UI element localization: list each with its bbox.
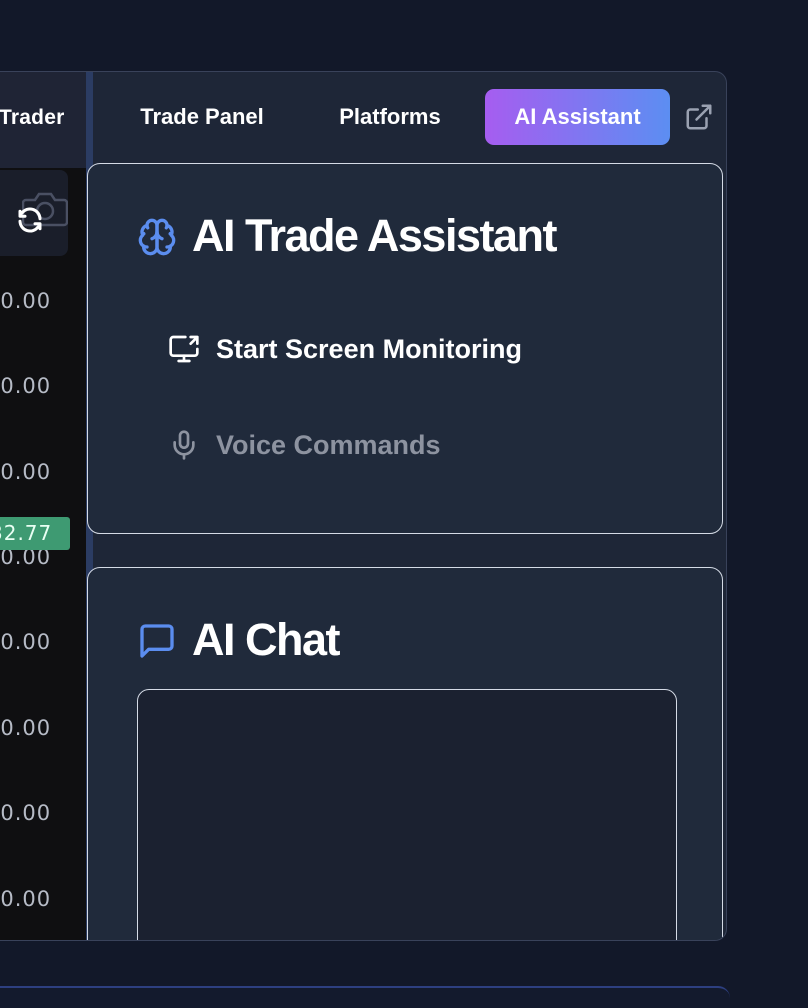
tab-trade-panel[interactable]: Trade Panel bbox=[122, 89, 282, 145]
tab-platforms[interactable]: Platforms bbox=[318, 89, 462, 145]
tab-trader[interactable]: h Trader bbox=[0, 72, 86, 168]
ai-chat-title: AI Chat bbox=[192, 614, 341, 665]
price-axis-label: 00.00 bbox=[0, 374, 52, 398]
screen-share-icon bbox=[169, 335, 199, 363]
price-axis-label: 70.00 bbox=[0, 630, 52, 654]
microphone-icon bbox=[173, 430, 195, 460]
refresh-icon[interactable] bbox=[15, 205, 45, 235]
price-axis-label: 60.00 bbox=[0, 716, 52, 740]
chat-messages-area[interactable] bbox=[137, 689, 677, 940]
tab-platforms-label: Platforms bbox=[339, 104, 441, 129]
current-price-badge: 32.77 bbox=[0, 517, 70, 550]
price-axis-label: 40.00 bbox=[0, 887, 52, 911]
tab-ai-assistant[interactable]: AI Assistant bbox=[485, 89, 670, 145]
brain-icon bbox=[138, 218, 176, 256]
chat-bubble-icon bbox=[140, 624, 174, 658]
current-price-value: 32.77 bbox=[0, 521, 53, 545]
external-link-icon[interactable] bbox=[684, 102, 714, 132]
trading-window: h Trader 10.00 00.00 90.00 80.00 70.00 6… bbox=[0, 71, 727, 941]
ai-trade-assistant-card: AI Trade Assistant Start Screen Monitori… bbox=[87, 163, 723, 534]
ai-chat-card: AI Chat bbox=[87, 567, 723, 940]
price-axis-label: 50.00 bbox=[0, 801, 52, 825]
chart-panel: h Trader 10.00 00.00 90.00 80.00 70.00 6… bbox=[0, 72, 86, 940]
voice-commands-label: Voice Commands bbox=[216, 430, 441, 460]
ai-trade-assistant-title: AI Trade Assistant bbox=[192, 210, 557, 261]
tab-trade-panel-label: Trade Panel bbox=[140, 104, 264, 129]
tab-trader-label: h Trader bbox=[0, 106, 65, 129]
price-axis-label: 10.00 bbox=[0, 289, 52, 313]
price-axis-label: 90.00 bbox=[0, 460, 52, 484]
tab-ai-assistant-label: AI Assistant bbox=[514, 104, 641, 129]
bottom-panel-edge bbox=[0, 986, 730, 1008]
start-screen-monitoring-label: Start Screen Monitoring bbox=[216, 334, 523, 364]
